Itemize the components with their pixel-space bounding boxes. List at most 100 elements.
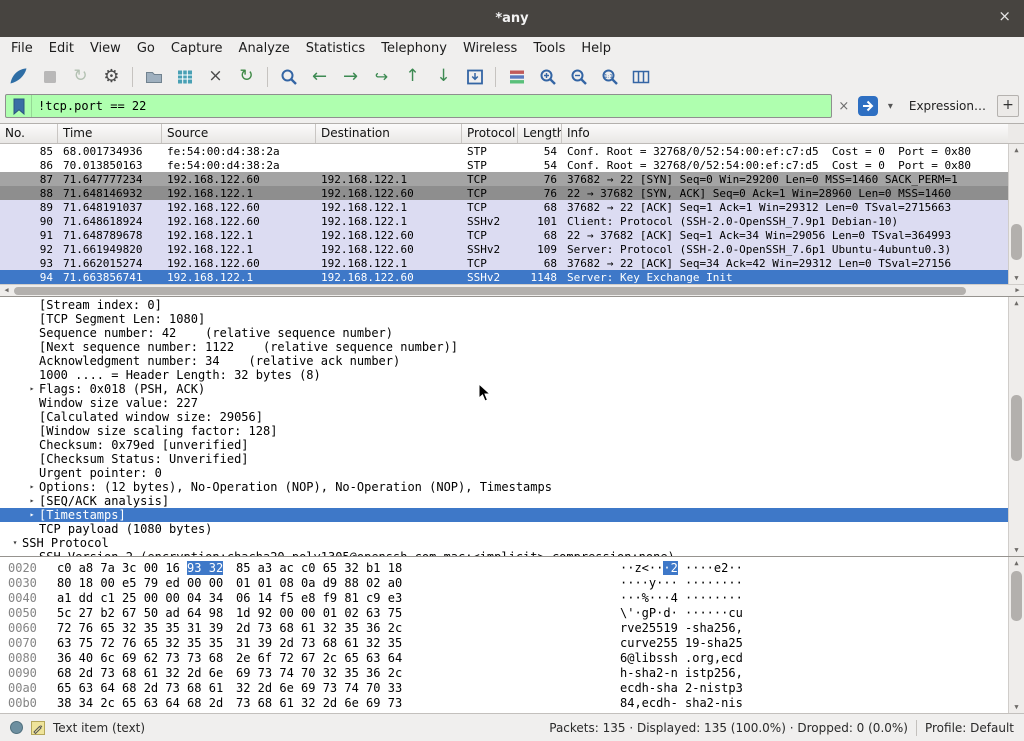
- packet-row-93[interactable]: 9371.662015274192.168.122.60192.168.122.…: [0, 256, 1008, 270]
- reload-file-button[interactable]: ↻: [231, 63, 262, 90]
- save-file-button[interactable]: [169, 63, 200, 90]
- packet-list-scrollbar[interactable]: ▲ ▼: [1008, 144, 1024, 284]
- detail-line[interactable]: Window size value: 227: [0, 396, 1008, 410]
- detail-line[interactable]: [TCP Segment Len: 1080]: [0, 312, 1008, 326]
- column-header-source[interactable]: Source: [162, 124, 316, 143]
- scroll-down-icon[interactable]: ▼: [1009, 272, 1024, 284]
- detail-line[interactable]: TCP payload (1080 bytes): [0, 522, 1008, 536]
- zoom-in-button[interactable]: [532, 63, 563, 90]
- zoom-original-button[interactable]: 1:1: [594, 63, 625, 90]
- filter-history-dropdown-icon[interactable]: ▾: [883, 101, 898, 112]
- expanded-expander-icon[interactable]: ▾: [8, 536, 22, 550]
- scroll-down-icon[interactable]: ▼: [1009, 701, 1024, 713]
- detail-line[interactable]: Urgent pointer: 0: [0, 466, 1008, 480]
- window-close-icon[interactable]: ×: [998, 9, 1011, 24]
- menu-item-tools[interactable]: Tools: [525, 39, 573, 58]
- packet-row-94[interactable]: 9471.663856741192.168.122.1192.168.122.6…: [0, 270, 1008, 284]
- filter-bookmark-icon[interactable]: [6, 95, 32, 117]
- detail-line[interactable]: [Next sequence number: 1122 (relative se…: [0, 340, 1008, 354]
- find-packet-button[interactable]: [273, 63, 304, 90]
- hex-scrollbar[interactable]: ▲ ▼: [1008, 557, 1024, 713]
- column-header-time[interactable]: Time: [58, 124, 162, 143]
- scroll-up-icon[interactable]: ▲: [1009, 557, 1024, 569]
- detail-line[interactable]: [Checksum Status: Unverified]: [0, 452, 1008, 466]
- hscrollbar-thumb[interactable]: [14, 287, 966, 295]
- detail-line[interactable]: [Stream index: 0]: [0, 298, 1008, 312]
- scroll-up-icon[interactable]: ▲: [1009, 297, 1024, 309]
- resize-columns-button[interactable]: [625, 63, 656, 90]
- scrollbar-thumb[interactable]: [1011, 224, 1022, 260]
- colorize-button[interactable]: [501, 63, 532, 90]
- column-header-length[interactable]: Length: [518, 124, 562, 143]
- title-bar[interactable]: *any ×: [0, 0, 1024, 37]
- menu-item-statistics[interactable]: Statistics: [298, 39, 373, 58]
- hex-row-0060[interactable]: 006072 76 65 32 35 35 31 392d 73 68 61 3…: [0, 621, 1008, 636]
- detail-line[interactable]: Acknowledgment number: 34 (relative ack …: [0, 354, 1008, 368]
- detail-line[interactable]: Sequence number: 42 (relative sequence n…: [0, 326, 1008, 340]
- zoom-out-button[interactable]: [563, 63, 594, 90]
- detail-line[interactable]: [Window size scaling factor: 128]: [0, 424, 1008, 438]
- restart-capture-button[interactable]: ↻: [65, 63, 96, 90]
- column-header-info[interactable]: Info: [562, 124, 1008, 143]
- menu-item-go[interactable]: Go: [129, 39, 163, 58]
- menu-item-analyze[interactable]: Analyze: [231, 39, 298, 58]
- packet-row-89[interactable]: 8971.648191037192.168.122.60192.168.122.…: [0, 200, 1008, 214]
- collapsed-expander-icon[interactable]: ▸: [25, 480, 39, 494]
- scroll-up-icon[interactable]: ▲: [1009, 144, 1024, 156]
- hex-row-0070[interactable]: 007063 75 72 76 65 32 35 3531 39 2d 73 6…: [0, 636, 1008, 651]
- packet-list-hscrollbar[interactable]: ◀ ▶: [0, 284, 1024, 296]
- packet-row-90[interactable]: 9071.648618924192.168.122.60192.168.122.…: [0, 214, 1008, 228]
- collapsed-expander-icon[interactable]: ▸: [25, 382, 39, 396]
- menu-item-wireless[interactable]: Wireless: [455, 39, 525, 58]
- hex-row-00a0[interactable]: 00a065 63 64 68 2d 73 68 6132 2d 6e 69 7…: [0, 681, 1008, 696]
- open-file-button[interactable]: [138, 63, 169, 90]
- filter-text[interactable]: !tcp.port == 22: [32, 99, 831, 113]
- menu-item-help[interactable]: Help: [573, 39, 619, 58]
- menu-item-file[interactable]: File: [3, 39, 41, 58]
- hex-row-0080[interactable]: 008036 40 6c 69 62 73 73 682e 6f 72 67 2…: [0, 651, 1008, 666]
- add-filter-button[interactable]: +: [997, 95, 1019, 117]
- expression-button[interactable]: Expression…: [901, 99, 994, 113]
- capture-options-button[interactable]: ⚙: [96, 63, 127, 90]
- detail-line[interactable]: ▸[Timestamps]: [0, 508, 1008, 522]
- scroll-down-icon[interactable]: ▼: [1009, 544, 1024, 556]
- menu-item-telephony[interactable]: Telephony: [373, 39, 455, 58]
- column-header-protocol[interactable]: Protocol: [462, 124, 518, 143]
- hex-row-0050[interactable]: 00505c 27 b2 67 50 ad 64 981d 92 00 00 0…: [0, 606, 1008, 621]
- hex-row-0090[interactable]: 009068 2d 73 68 61 32 2d 6e69 73 74 70 3…: [0, 666, 1008, 681]
- hex-row-0040[interactable]: 0040a1 dd c1 25 00 00 04 3406 14 f5 e8 f…: [0, 591, 1008, 606]
- scroll-right-icon[interactable]: ▶: [1011, 285, 1024, 296]
- menu-item-capture[interactable]: Capture: [163, 39, 231, 58]
- go-last-button[interactable]: ↓: [428, 63, 459, 90]
- column-header-no[interactable]: No.: [0, 124, 58, 143]
- menu-item-view[interactable]: View: [82, 39, 129, 58]
- packet-row-87[interactable]: 8771.647777234192.168.122.60192.168.122.…: [0, 172, 1008, 186]
- go-back-button[interactable]: ←: [304, 63, 335, 90]
- stop-capture-button[interactable]: [34, 63, 65, 90]
- hex-row-00b0[interactable]: 00b038 34 2c 65 63 64 68 2d73 68 61 32 2…: [0, 696, 1008, 711]
- scrollbar-thumb[interactable]: [1011, 395, 1022, 461]
- collapsed-expander-icon[interactable]: ▸: [25, 494, 39, 508]
- go-to-packet-button[interactable]: ↪: [366, 63, 397, 90]
- capture-comment-icon[interactable]: [31, 721, 45, 735]
- close-file-button[interactable]: ×: [200, 63, 231, 90]
- clear-filter-icon[interactable]: ×: [835, 99, 853, 114]
- details-scrollbar[interactable]: ▲ ▼: [1008, 297, 1024, 556]
- display-filter-input[interactable]: !tcp.port == 22: [5, 94, 832, 118]
- detail-line[interactable]: ▸Options: (12 bytes), No-Operation (NOP)…: [0, 480, 1008, 494]
- go-first-button[interactable]: ↑: [397, 63, 428, 90]
- detail-line[interactable]: ▸[SEQ/ACK analysis]: [0, 494, 1008, 508]
- detail-line[interactable]: Checksum: 0x79ed [unverified]: [0, 438, 1008, 452]
- go-forward-button[interactable]: →: [335, 63, 366, 90]
- hex-row-0020[interactable]: 0020c0 a8 7a 3c 00 16 93 3285 a3 ac c0 6…: [0, 561, 1008, 576]
- hex-row-0030[interactable]: 003080 18 00 e5 79 ed 00 0001 01 08 0a d…: [0, 576, 1008, 591]
- detail-line[interactable]: ▸Flags: 0x018 (PSH, ACK): [0, 382, 1008, 396]
- packet-row-91[interactable]: 9171.648789678192.168.122.1192.168.122.6…: [0, 228, 1008, 242]
- column-header-destination[interactable]: Destination: [316, 124, 462, 143]
- packet-row-85[interactable]: 8568.001734936fe:54:00:d4:38:2aSTP54Conf…: [0, 144, 1008, 158]
- detail-line[interactable]: ▾SSH Protocol: [0, 536, 1008, 550]
- detail-line[interactable]: [Calculated window size: 29056]: [0, 410, 1008, 424]
- collapsed-expander-icon[interactable]: ▸: [25, 508, 39, 522]
- auto-scroll-button[interactable]: [459, 63, 490, 90]
- expert-info-icon[interactable]: [10, 721, 23, 734]
